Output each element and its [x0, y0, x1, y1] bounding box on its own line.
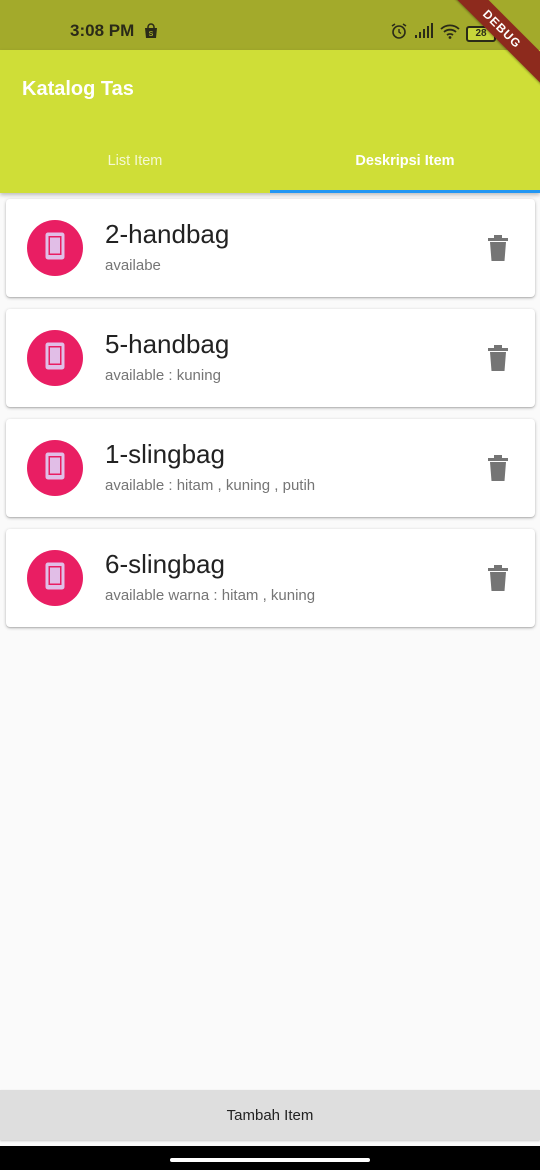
alarm-icon: [390, 22, 408, 45]
delete-icon[interactable]: [485, 564, 511, 592]
tambah-item-button[interactable]: Tambah Item: [0, 1090, 540, 1140]
item-subtitle: available : kuning: [105, 367, 221, 384]
delete-icon[interactable]: [485, 234, 511, 262]
phone-icon: [44, 231, 66, 266]
phone-icon: [44, 451, 66, 486]
app-bar: Katalog Tas List Item Deskripsi Item: [0, 50, 540, 193]
shopping-bag-icon: S: [143, 23, 159, 39]
item-title: 1-slingbag: [105, 439, 225, 469]
item-title: 5-handbag: [105, 329, 230, 359]
status-icons: 28: [390, 22, 499, 45]
avatar: [27, 220, 83, 276]
app-title: Katalog Tas: [22, 78, 134, 100]
signal-icon: [414, 23, 434, 44]
avatar: [27, 440, 83, 496]
tab-bar: List Item Deskripsi Item: [0, 143, 540, 193]
item-subtitle: available warna : hitam , kuning: [105, 587, 316, 604]
list-item[interactable]: 2-handbag availabe: [6, 199, 535, 297]
list-item[interactable]: 5-handbag available : kuning: [6, 309, 535, 407]
avatar: [27, 550, 83, 606]
list-item[interactable]: 1-slingbag available : hitam , kuning , …: [6, 419, 535, 517]
item-list: 2-handbag availabe 5-handbag available :…: [6, 199, 535, 639]
wifi-icon: [440, 23, 460, 44]
tab-indicator: [270, 190, 540, 193]
delete-icon[interactable]: [485, 454, 511, 482]
item-title: 2-handbag: [105, 219, 230, 249]
item-title: 6-slingbag: [105, 549, 225, 579]
avatar: [27, 330, 83, 386]
status-bar: 3:08 PM S 28: [0, 0, 540, 50]
delete-icon[interactable]: [485, 344, 511, 372]
system-nav-bar: [0, 1146, 540, 1170]
home-indicator[interactable]: [170, 1158, 370, 1162]
phone-icon: [44, 341, 66, 376]
svg-text:S: S: [149, 31, 154, 38]
tab-list-item[interactable]: List Item: [0, 143, 270, 193]
item-subtitle: available : hitam , kuning , putih: [105, 477, 316, 494]
status-time: 3:08 PM: [70, 21, 135, 40]
item-subtitle: availabe: [105, 257, 161, 274]
phone-icon: [44, 561, 66, 596]
list-item[interactable]: 6-slingbag available warna : hitam , kun…: [6, 529, 535, 627]
tab-deskripsi-item[interactable]: Deskripsi Item: [270, 143, 540, 193]
